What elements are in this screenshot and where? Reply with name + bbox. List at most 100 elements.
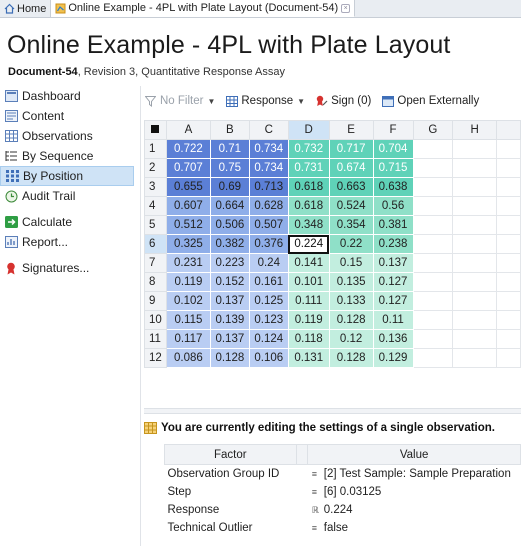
tab-home[interactable]: Home xyxy=(0,0,52,17)
well-b5[interactable]: 0.506 xyxy=(209,215,250,235)
well-b11[interactable]: 0.137 xyxy=(209,329,250,349)
well-e12[interactable]: 0.128 xyxy=(328,348,374,368)
well-h12-empty[interactable] xyxy=(452,348,498,368)
well-e6[interactable]: 0.22 xyxy=(328,234,374,254)
well-c12[interactable]: 0.106 xyxy=(248,348,289,368)
well-f7[interactable]: 0.137 xyxy=(372,253,414,273)
well-c1[interactable]: 0.734 xyxy=(248,139,289,159)
column-header-d[interactable]: D xyxy=(287,120,330,140)
well-d12[interactable]: 0.131 xyxy=(287,348,330,368)
well-h5-empty[interactable] xyxy=(452,215,498,235)
well-d5[interactable]: 0.348 xyxy=(287,215,330,235)
well-f5[interactable]: 0.381 xyxy=(372,215,414,235)
sidebar-item-observations[interactable]: Observations xyxy=(0,126,137,146)
well-b10[interactable]: 0.139 xyxy=(209,310,250,330)
sidebar-item-content[interactable]: Content xyxy=(0,106,137,126)
well-a2[interactable]: 0.707 xyxy=(165,158,211,178)
well-b2[interactable]: 0.75 xyxy=(209,158,250,178)
row-header-6[interactable]: 6 xyxy=(144,234,167,254)
well-f3[interactable]: 0.638 xyxy=(372,177,414,197)
column-header-f[interactable]: F xyxy=(372,120,414,140)
well-e5[interactable]: 0.354 xyxy=(328,215,374,235)
well-g12-empty[interactable] xyxy=(412,348,454,368)
well-b6[interactable]: 0.382 xyxy=(209,234,250,254)
well-a8[interactable]: 0.119 xyxy=(165,272,211,292)
row-header-10[interactable]: 10 xyxy=(144,310,167,330)
well-b12[interactable]: 0.128 xyxy=(209,348,250,368)
well-c10[interactable]: 0.123 xyxy=(248,310,289,330)
response-dropdown[interactable]: Response ▼ xyxy=(225,95,305,107)
well-g7-empty[interactable] xyxy=(412,253,454,273)
well-b3[interactable]: 0.69 xyxy=(209,177,250,197)
row-header-2[interactable]: 2 xyxy=(144,158,167,178)
row-header-12[interactable]: 12 xyxy=(144,348,167,368)
well-g6-empty[interactable] xyxy=(412,234,454,254)
well-g4-empty[interactable] xyxy=(412,196,454,216)
well-c6[interactable]: 0.376 xyxy=(248,234,289,254)
well-g10-empty[interactable] xyxy=(412,310,454,330)
well-c9[interactable]: 0.125 xyxy=(248,291,289,311)
property-value-cell[interactable]: ≡ [2] Test Sample: Sample Preparation xyxy=(308,465,521,483)
well-g3-empty[interactable] xyxy=(412,177,454,197)
row-header-1[interactable]: 1 xyxy=(144,139,167,159)
well-e11[interactable]: 0.12 xyxy=(328,329,374,349)
well-f4[interactable]: 0.56 xyxy=(372,196,414,216)
sidebar-item-calculate[interactable]: Calculate xyxy=(0,212,137,232)
plate-corner[interactable] xyxy=(144,120,167,140)
well-a1[interactable]: 0.722 xyxy=(165,139,211,159)
well-e4[interactable]: 0.524 xyxy=(328,196,374,216)
column-header-h[interactable]: H xyxy=(452,120,498,140)
well-f12[interactable]: 0.129 xyxy=(372,348,414,368)
row-header-4[interactable]: 4 xyxy=(144,196,167,216)
well-d7[interactable]: 0.141 xyxy=(287,253,330,273)
well-c4[interactable]: 0.628 xyxy=(248,196,289,216)
well-g8-empty[interactable] xyxy=(412,272,454,292)
well-e2[interactable]: 0.674 xyxy=(328,158,374,178)
well-c11[interactable]: 0.124 xyxy=(248,329,289,349)
open-externally-button[interactable]: Open Externally xyxy=(381,95,479,107)
well-b1[interactable]: 0.71 xyxy=(209,139,250,159)
tab-document[interactable]: Online Example - 4PL with Plate Layout (… xyxy=(51,0,356,17)
property-value-cell[interactable]: ≡ false xyxy=(308,519,521,537)
well-f9[interactable]: 0.127 xyxy=(372,291,414,311)
well-c7[interactable]: 0.24 xyxy=(248,253,289,273)
well-g9-empty[interactable] xyxy=(412,291,454,311)
row-header-11[interactable]: 11 xyxy=(144,329,167,349)
well-h6-empty[interactable] xyxy=(452,234,498,254)
well-a3[interactable]: 0.655 xyxy=(165,177,211,197)
well-h3-empty[interactable] xyxy=(452,177,498,197)
well-c8[interactable]: 0.161 xyxy=(248,272,289,292)
well-d10[interactable]: 0.119 xyxy=(287,310,330,330)
well-f6[interactable]: 0.238 xyxy=(372,234,414,254)
property-row[interactable]: Technical Outlier ≡ false xyxy=(165,519,521,537)
well-a6[interactable]: 0.325 xyxy=(165,234,211,254)
well-f2[interactable]: 0.715 xyxy=(372,158,414,178)
well-a4[interactable]: 0.607 xyxy=(165,196,211,216)
well-h4-empty[interactable] xyxy=(452,196,498,216)
well-h11-empty[interactable] xyxy=(452,329,498,349)
well-h9-empty[interactable] xyxy=(452,291,498,311)
column-header-c[interactable]: C xyxy=(248,120,289,140)
well-f10[interactable]: 0.11 xyxy=(372,310,414,330)
well-d9[interactable]: 0.111 xyxy=(287,291,330,311)
well-a10[interactable]: 0.115 xyxy=(165,310,211,330)
well-d11[interactable]: 0.118 xyxy=(287,329,330,349)
column-header-e[interactable]: E xyxy=(328,120,374,140)
sidebar-item-audit-trail[interactable]: Audit Trail xyxy=(0,186,137,206)
well-a11[interactable]: 0.117 xyxy=(165,329,211,349)
well-c3[interactable]: 0.713 xyxy=(248,177,289,197)
well-b4[interactable]: 0.664 xyxy=(209,196,250,216)
well-h8-empty[interactable] xyxy=(452,272,498,292)
column-header-a[interactable]: A xyxy=(165,120,211,140)
well-h2-empty[interactable] xyxy=(452,158,498,178)
close-tab-icon[interactable]: × xyxy=(341,3,351,13)
sidebar-item-by-sequence[interactable]: By Sequence xyxy=(0,146,137,166)
well-f11[interactable]: 0.136 xyxy=(372,329,414,349)
property-row[interactable]: Observation Group ID ≡ [2] Test Sample: Sa… xyxy=(165,465,521,483)
sidebar-item-by-position[interactable]: By Position xyxy=(0,166,134,186)
property-row[interactable]: Step ≡ [6] 0.03125 xyxy=(165,483,521,501)
sidebar-item-report[interactable]: Report... xyxy=(0,232,137,252)
well-g1-empty[interactable] xyxy=(412,139,454,159)
well-a5[interactable]: 0.512 xyxy=(165,215,211,235)
well-e8[interactable]: 0.135 xyxy=(328,272,374,292)
